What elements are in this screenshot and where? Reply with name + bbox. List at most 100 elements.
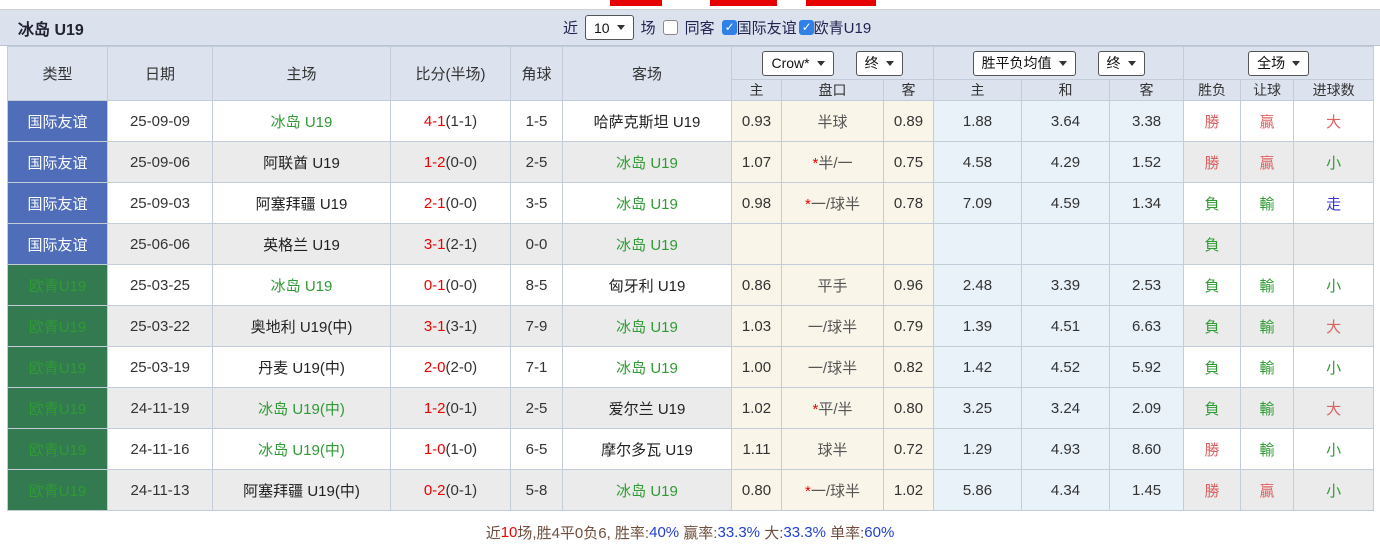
letball-cell: 贏 (1240, 100, 1295, 142)
away-team-cell: 冰岛 U19 (562, 469, 732, 511)
same-away-checkbox[interactable] (662, 20, 678, 35)
corner-cell: 2-5 (510, 387, 563, 429)
goals-cell: 大 (1293, 305, 1375, 347)
date-cell: 24-11-16 (107, 428, 213, 470)
away-team-cell: 爱尔兰 U19 (562, 387, 732, 429)
avg-away-cell (1109, 223, 1185, 265)
away-team-cell: 冰岛 U19 (562, 141, 732, 183)
handicap-cell: 一/球半 (781, 346, 884, 388)
goals-cell: 走 (1293, 182, 1375, 224)
corner-cell: 0-0 (510, 223, 563, 265)
friendly-checkbox[interactable] (721, 20, 737, 35)
euro-u19-checkbox[interactable] (798, 20, 814, 35)
goals-cell: 小 (1293, 428, 1375, 470)
avg-draw-cell: 4.29 (1021, 141, 1111, 183)
tab-underline-red-2 (710, 0, 777, 6)
date-cell: 25-03-25 (107, 264, 213, 306)
score-fulltime: 0-1 (423, 276, 446, 294)
score-cell: 2-0(2-0) (390, 346, 511, 388)
odds-home-cell: 1.00 (731, 346, 782, 388)
score-fulltime: 1-0 (423, 440, 446, 458)
odds-source-select[interactable]: Crow* (762, 50, 834, 76)
handicap-cell: 平手 (781, 264, 884, 306)
score-cell: 0-1(0-0) (390, 264, 511, 306)
sub-header-letball: 让球 (1240, 79, 1295, 101)
score-cell: 0-2(0-1) (390, 469, 511, 511)
avg-draw-cell: 3.24 (1021, 387, 1111, 429)
home-team-cell: 丹麦 U19(中) (212, 346, 391, 388)
odds-away-cell: 0.72 (882, 428, 935, 470)
odds-time-select[interactable]: 终 (855, 50, 903, 76)
score-cell: 4-1(1-1) (390, 100, 511, 142)
goals-cell (1293, 223, 1375, 265)
avg-draw-cell: 4.59 (1021, 182, 1111, 224)
odds-home-cell: 0.93 (731, 100, 782, 142)
matches-label: 场 (640, 20, 656, 37)
type-badge: 国际友谊 (7, 182, 108, 224)
score-halftime: (0-1) (445, 481, 478, 499)
result-cell: 負 (1183, 346, 1242, 388)
chevron-down-icon (1292, 60, 1301, 66)
match-row: 欧青U19 24-11-16 冰岛 U19(中) 1-0(1-0) 6-5 摩尔… (7, 428, 1375, 470)
type-badge: 欧青U19 (7, 264, 108, 306)
corner-cell: 2-5 (510, 141, 563, 183)
chevron-down-icon (816, 60, 825, 66)
type-badge: 欧青U19 (7, 387, 108, 429)
avg-away-cell: 2.53 (1109, 264, 1185, 306)
summary-segment: 33.3% (783, 524, 826, 541)
avg-time-select[interactable]: 终 (1097, 50, 1145, 76)
summary-footer: 近 10 场,胜4平0负6, 胜率: 40% 赢率: 33.3% 大: 33.3% 单率:… (0, 511, 1380, 553)
score-fulltime: 3-1 (423, 317, 446, 335)
recent-count-select[interactable]: 10 (585, 15, 634, 40)
handicap-cell: 球半 (781, 428, 884, 470)
score-cell: 2-1(0-0) (390, 182, 511, 224)
recent-count-value: 10 (594, 19, 610, 36)
avg-away-cell: 2.09 (1109, 387, 1185, 429)
date-cell: 25-03-19 (107, 346, 213, 388)
away-team-cell: 匈牙利 U19 (562, 264, 732, 306)
odds-away-cell: 0.75 (882, 141, 935, 183)
handicap-text: 半球 (817, 113, 848, 131)
top-strip (0, 0, 1380, 10)
handicap-cell: 一/球半 (781, 305, 884, 347)
letball-cell: 輸 (1240, 305, 1295, 347)
avg-draw-cell: 4.51 (1021, 305, 1111, 347)
scope-select[interactable]: 全场 (1248, 50, 1310, 76)
col-header-corner: 角球 (510, 46, 563, 101)
summary-segment: 33.3% (717, 524, 761, 541)
chevron-down-icon (616, 25, 625, 30)
chevron-down-icon (885, 60, 894, 66)
letball-cell: 輸 (1240, 182, 1295, 224)
avg-home-cell: 2.48 (933, 264, 1023, 306)
corner-cell: 7-9 (510, 305, 563, 347)
handicap-text: 一/球半 (807, 359, 858, 377)
result-cell: 勝 (1183, 141, 1242, 183)
result-cell: 勝 (1183, 428, 1242, 470)
home-team-cell: 阿塞拜疆 U19(中) (212, 469, 391, 511)
avg-home-cell: 1.88 (933, 100, 1023, 142)
score-halftime: (1-0) (445, 440, 478, 458)
euro-u19-label: 欧青U19 (813, 20, 872, 37)
avg-draw-cell: 4.34 (1021, 469, 1111, 511)
col-header-home: 主场 (212, 46, 391, 101)
score-fulltime: 2-1 (423, 194, 446, 212)
title-bar: 冰岛 U19 近 10 场 同客 国际友谊 欧青U19 (0, 10, 1380, 46)
corner-cell: 7-1 (510, 346, 563, 388)
avg-type-select[interactable]: 胜平负均值 (972, 50, 1076, 76)
corner-cell: 5-8 (510, 469, 563, 511)
score-halftime: (0-0) (445, 153, 478, 171)
type-badge: 国际友谊 (7, 223, 108, 265)
date-cell: 25-06-06 (107, 223, 213, 265)
date-cell: 24-11-13 (107, 469, 213, 511)
date-cell: 25-03-22 (107, 305, 213, 347)
odds-source-value: Crow* (771, 55, 810, 71)
page-title: 冰岛 U19 (18, 21, 84, 39)
result-cell: 負 (1183, 223, 1242, 265)
sub-header-avg-away: 客 (1109, 79, 1185, 101)
date-cell: 25-09-03 (107, 182, 213, 224)
score-halftime: (2-0) (445, 358, 478, 376)
odds-away-cell: 0.80 (882, 387, 935, 429)
letball-cell (1240, 223, 1295, 265)
corner-cell: 8-5 (510, 264, 563, 306)
date-cell: 25-09-09 (107, 100, 213, 142)
